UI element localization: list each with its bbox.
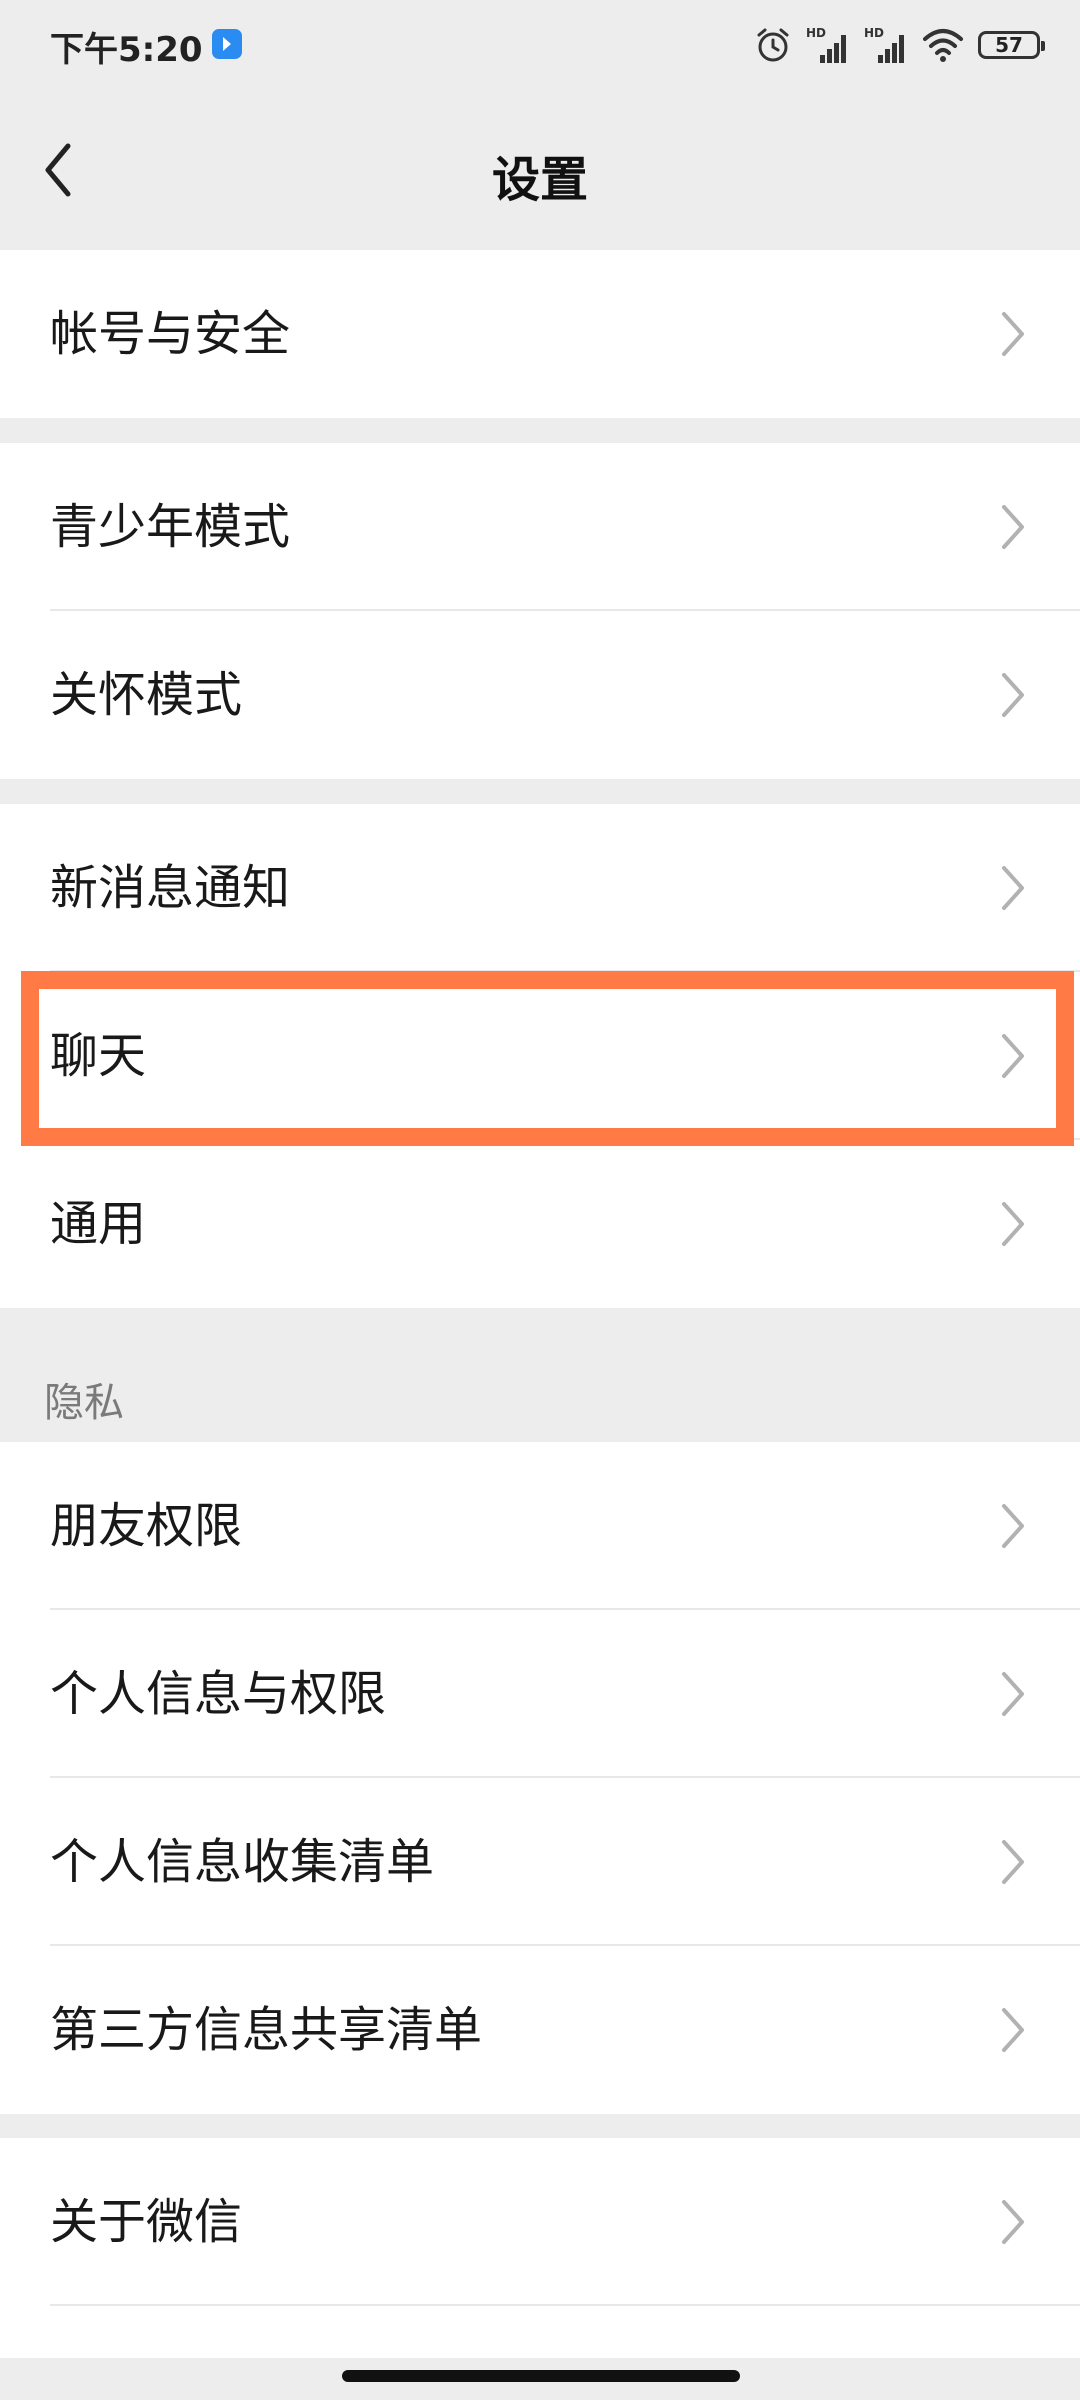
settings-item-label: 青少年模式 (50, 499, 291, 555)
chevron-right-icon (1002, 2008, 1024, 2052)
chevron-right-icon (1002, 312, 1024, 356)
settings-item-label: 通用 (50, 1196, 147, 1252)
status-icons: HD HD 57 (754, 22, 1045, 68)
chevron-right-icon (1002, 1202, 1024, 1246)
settings-item-general[interactable]: 通用 (0, 1140, 1080, 1308)
settings-item-personal-info-permissions[interactable]: 个人信息与权限 (0, 1610, 1080, 1778)
settings-item-friend-permissions[interactable]: 朋友权限 (0, 1442, 1080, 1610)
settings-item-label: 朋友权限 (50, 1498, 243, 1554)
settings-item-youth-mode[interactable]: 青少年模式 (0, 443, 1080, 611)
settings-item-care-mode[interactable]: 关怀模式 (0, 611, 1080, 779)
settings-item-label: 关于微信 (50, 2194, 243, 2250)
home-indicator[interactable] (342, 2370, 740, 2382)
settings-item-label: 帐号与安全 (50, 306, 291, 362)
chevron-right-icon (1002, 1672, 1024, 1716)
settings-item-label: 个人信息收集清单 (50, 1834, 435, 1890)
navigation-bar: 设置 (0, 90, 1080, 250)
svg-text:HD: HD (806, 26, 826, 40)
hd-signal-icon: HD (806, 25, 850, 65)
svg-text:HD: HD (864, 26, 884, 40)
settings-item-chat[interactable]: 聊天 (0, 972, 1080, 1140)
chevron-right-icon (1002, 2200, 1024, 2244)
section-title-privacy: 隐私 (44, 1380, 124, 1426)
settings-item-label: 新消息通知 (50, 860, 291, 916)
wifi-icon (922, 27, 964, 63)
settings-item-notifications[interactable]: 新消息通知 (0, 804, 1080, 972)
settings-group-general: 新消息通知 聊天 通用 (0, 804, 1080, 1308)
settings-item-label: 第三方信息共享清单 (50, 2002, 483, 2058)
settings-group-about: 关于微信 (0, 2138, 1080, 2358)
chevron-right-icon (1002, 1840, 1024, 1884)
status-bar: 下午5:20 HD HD 57 (0, 0, 1080, 90)
settings-group-account: 帐号与安全 (0, 250, 1080, 418)
settings-group-privacy: 朋友权限 个人信息与权限 个人信息收集清单 第三方信息共享清单 (0, 1442, 1080, 2114)
chevron-right-icon (1002, 1034, 1024, 1078)
alarm-icon (754, 26, 792, 64)
chevron-right-icon (1002, 673, 1024, 717)
battery-level: 57 (995, 33, 1023, 57)
settings-item-third-party-sharing[interactable]: 第三方信息共享清单 (0, 1946, 1080, 2114)
settings-item-personal-info-collection[interactable]: 个人信息收集清单 (0, 1778, 1080, 1946)
settings-item-about-wechat[interactable]: 关于微信 (0, 2138, 1080, 2306)
hd-signal-icon: HD (864, 25, 908, 65)
settings-item-label: 个人信息与权限 (50, 1666, 387, 1722)
settings-group-modes: 青少年模式 关怀模式 (0, 443, 1080, 779)
status-time: 下午5:20 (50, 30, 203, 70)
page-title: 设置 (491, 152, 588, 208)
settings-item-label: 聊天 (50, 1028, 147, 1084)
chevron-right-icon (1002, 1504, 1024, 1548)
settings-item-label: 关怀模式 (50, 667, 243, 723)
battery-icon: 57 (978, 31, 1045, 59)
app-notification-icon (212, 29, 242, 59)
chevron-right-icon (1002, 505, 1024, 549)
settings-item-account-security[interactable]: 帐号与安全 (0, 250, 1080, 418)
chevron-right-icon (1002, 866, 1024, 910)
row-divider (50, 2304, 1080, 2306)
